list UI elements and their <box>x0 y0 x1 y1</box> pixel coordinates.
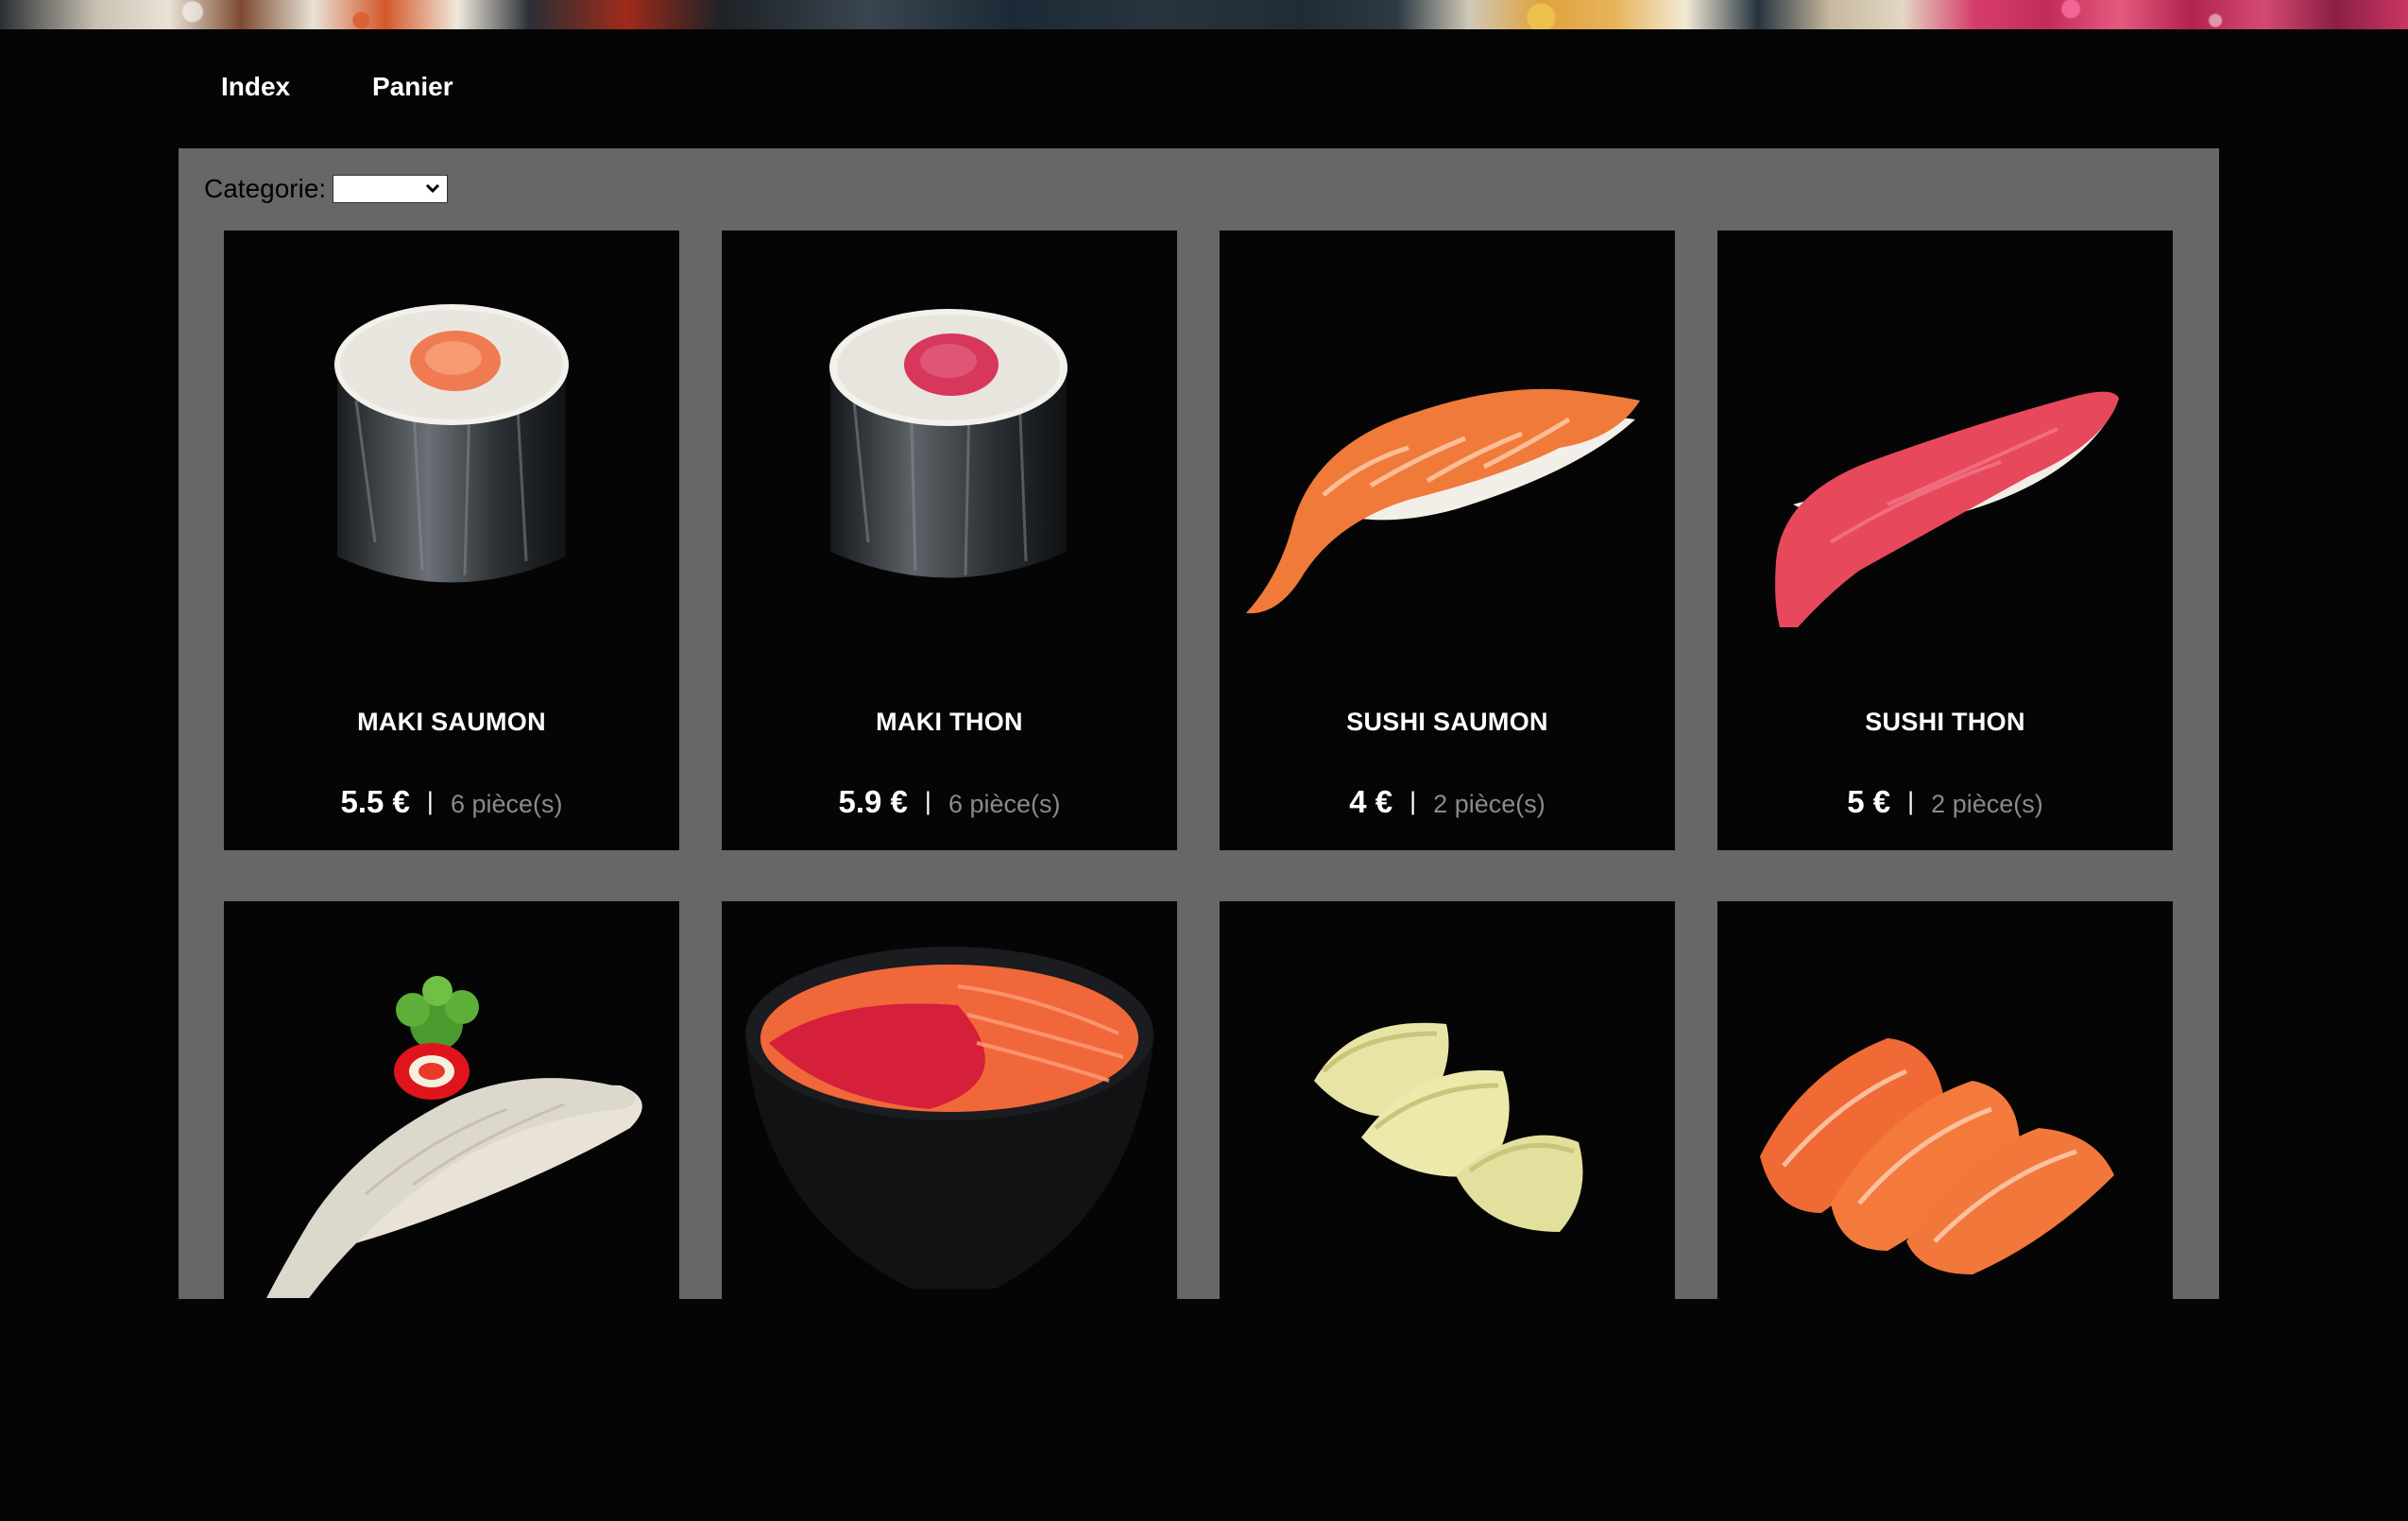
price-line: 5.5 € | 6 pièce(s) <box>224 784 679 820</box>
product-pieces: 2 pièce(s) <box>1931 790 2043 818</box>
product-card[interactable]: MAKI THON 5.9 € | 6 pièce(s) <box>722 231 1177 850</box>
product-pieces: 2 pièce(s) <box>1433 790 1546 818</box>
product-card[interactable] <box>224 901 679 1521</box>
product-name: SUSHI THON <box>1865 708 2025 736</box>
product-name: SUSHI SAUMON <box>1346 708 1548 736</box>
chirashi-bowl-image <box>745 947 1154 1289</box>
sashimi-saumon-image <box>1760 1038 2114 1274</box>
product-pieces: 6 pièce(s) <box>948 790 1061 818</box>
sushi-thon-image <box>1775 391 2119 627</box>
product-price: 5.5 € <box>340 784 410 819</box>
category-select[interactable] <box>333 175 449 203</box>
sushi-saumon-image <box>1246 388 1640 614</box>
product-card[interactable] <box>1717 901 2173 1521</box>
product-name: MAKI THON <box>876 708 1023 736</box>
nav-link-index[interactable]: Index <box>221 72 290 102</box>
price-separator: | <box>426 787 434 815</box>
price-separator: | <box>924 787 931 815</box>
nav-link-panier[interactable]: Panier <box>372 72 453 102</box>
category-label: Categorie: <box>204 174 327 203</box>
gyoza-image <box>1314 1022 1583 1232</box>
product-card[interactable]: MAKI SAUMON 5.5 € | 6 pièce(s) <box>224 231 679 850</box>
chevron-down-icon <box>426 183 440 194</box>
product-pieces: 6 pièce(s) <box>450 790 563 818</box>
product-card[interactable]: SUSHI SAUMON 4 € | 2 pièce(s) <box>1220 231 1675 850</box>
product-price: 5.9 € <box>838 784 908 819</box>
product-name: MAKI SAUMON <box>357 708 546 736</box>
product-price: 5 € <box>1847 784 1891 819</box>
product-panel: Categorie: MAKI SAUMON 5.5 € | 6 pièce(s… <box>179 148 2219 1521</box>
category-filter: Categorie: <box>204 173 449 205</box>
product-card[interactable] <box>722 901 1177 1521</box>
product-price: 4 € <box>1349 784 1393 819</box>
price-line: 5.9 € | 6 pièce(s) <box>722 784 1177 820</box>
sushi-daurade-image <box>266 976 642 1298</box>
price-separator: | <box>1409 787 1417 815</box>
price-separator: | <box>1907 787 1915 815</box>
header-banner-image <box>0 0 2408 29</box>
product-card[interactable]: SUSHI THON 5 € | 2 pièce(s) <box>1717 231 2173 850</box>
maki-thon-image <box>829 309 1067 578</box>
product-card[interactable] <box>1220 901 1675 1521</box>
maki-saumon-image <box>334 304 569 583</box>
price-line: 4 € | 2 pièce(s) <box>1220 784 1675 820</box>
price-line: 5 € | 2 pièce(s) <box>1717 784 2173 820</box>
top-nav: Index Panier <box>0 29 2408 148</box>
